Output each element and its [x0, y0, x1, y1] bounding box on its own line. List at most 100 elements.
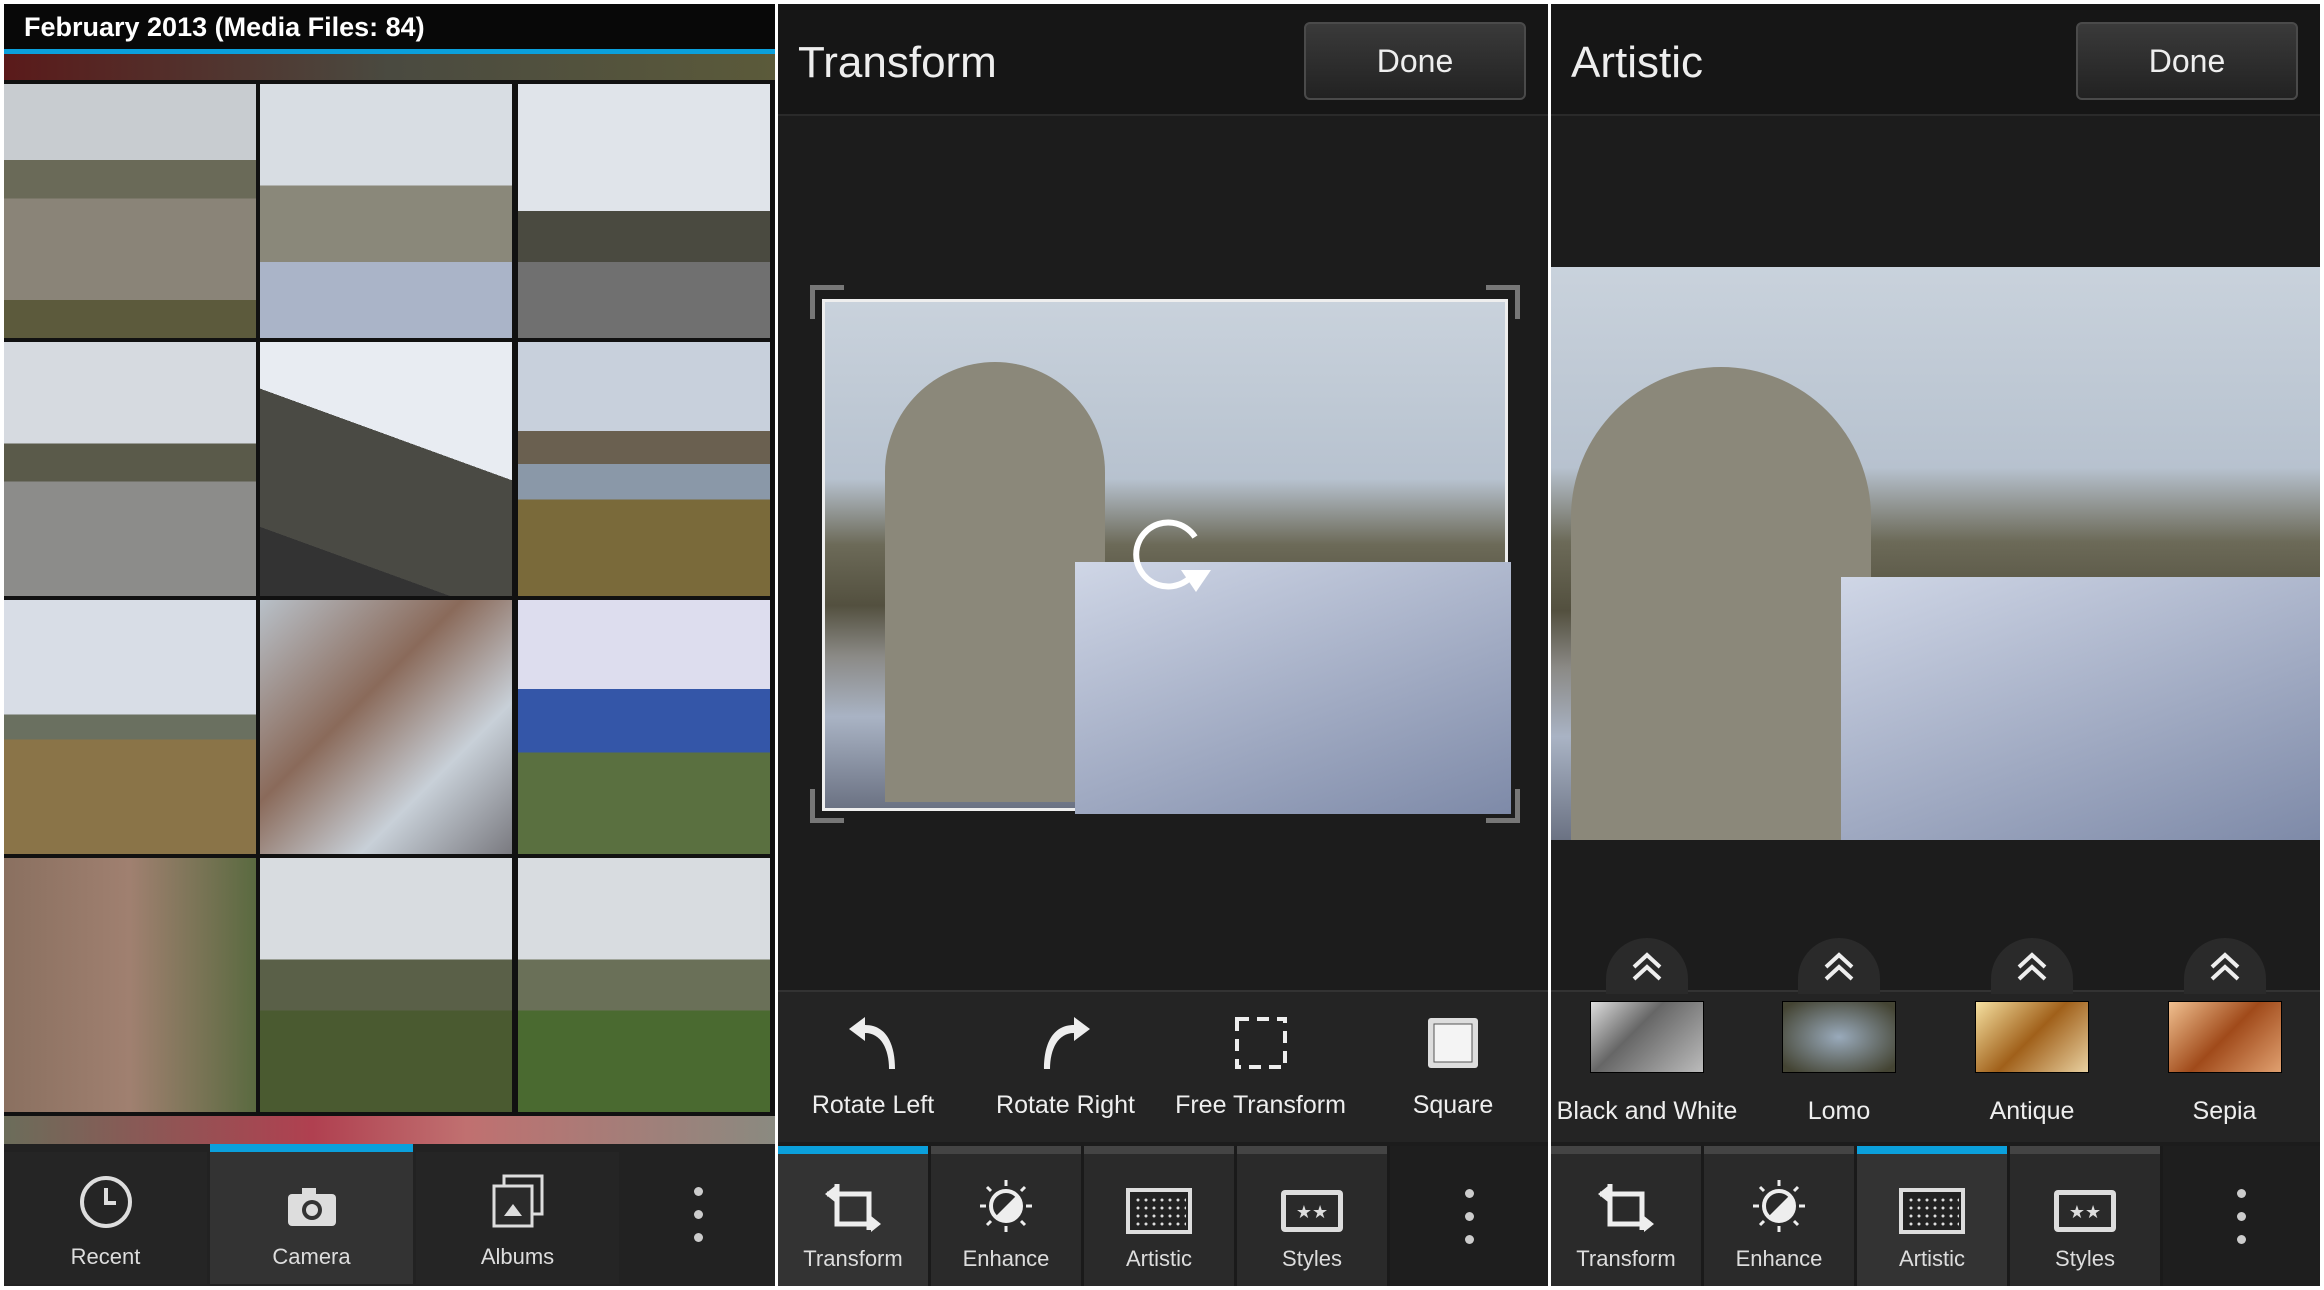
transform-panel: Transform Done Rotate Left Rotate Right … — [778, 4, 1548, 1286]
photo-thumbnail[interactable] — [260, 600, 512, 854]
fountain-shape — [885, 362, 1105, 802]
transform-icon — [825, 1184, 881, 1232]
done-button[interactable]: Done — [2076, 22, 2298, 100]
rotate-right-button[interactable]: Rotate Right — [968, 992, 1163, 1142]
gallery-panel: February 2013 (Media Files: 84) Recent C… — [4, 4, 775, 1286]
photo-thumbnail[interactable] — [4, 858, 256, 1112]
tab-enhance[interactable]: Enhance — [931, 1146, 1081, 1286]
photo-thumbnail[interactable] — [518, 600, 770, 854]
expand-up-icon[interactable] — [1606, 938, 1688, 994]
basin-shape — [1841, 577, 2320, 840]
tab-label: Artistic — [1899, 1246, 1965, 1271]
photo-thumbnail[interactable] — [260, 84, 512, 338]
filter-thumbnail — [2167, 1001, 2282, 1073]
svg-text:★★: ★★ — [1296, 1202, 1328, 1222]
photo-thumbnail[interactable] — [518, 84, 770, 338]
tab-enhance[interactable]: Enhance — [1704, 1146, 1854, 1286]
gallery-header: February 2013 (Media Files: 84) — [4, 4, 775, 54]
filter-lomo[interactable]: Lomo — [1743, 938, 1935, 1142]
tab-label: Styles — [2055, 1246, 2115, 1271]
filter-sepia[interactable]: Sepia — [2129, 938, 2320, 1142]
editor-tab-bar: Transform Enhance Artistic ★★ Styles — [1551, 1146, 2320, 1286]
rotate-left-button[interactable]: Rotate Left — [778, 992, 968, 1142]
artistic-panel: Artistic Done Black and White Lomo Antiq… — [1551, 4, 2320, 1286]
tab-label: Transform — [803, 1246, 903, 1271]
filter-label: Antique — [1989, 1097, 2075, 1125]
tab-label: Styles — [1282, 1246, 1342, 1271]
tab-label: Transform — [1576, 1246, 1676, 1271]
square-icon — [1428, 1018, 1478, 1068]
filter-label: Lomo — [1807, 1097, 1871, 1125]
tab-styles[interactable]: ★★ Styles — [2010, 1146, 2160, 1286]
tab-styles[interactable]: ★★ Styles — [1237, 1146, 1387, 1286]
tab-label: Artistic — [1126, 1246, 1192, 1271]
artistic-icon — [1126, 1188, 1192, 1234]
rotate-icon[interactable] — [1125, 512, 1225, 602]
expand-up-icon[interactable] — [1798, 938, 1880, 994]
tab-transform[interactable]: Transform — [1551, 1146, 1701, 1286]
photo-thumbnail[interactable] — [260, 858, 512, 1112]
page-title: Transform — [798, 38, 997, 87]
page-title: Artistic — [1571, 38, 1703, 87]
photo-thumbnail[interactable] — [260, 342, 512, 596]
expand-up-icon[interactable] — [1991, 938, 2073, 994]
filter-thumbnail — [1782, 1001, 1896, 1073]
photo-thumbnail[interactable] — [4, 342, 256, 596]
overflow-menu-button[interactable] — [1390, 1146, 1548, 1286]
partial-photo-row[interactable] — [4, 54, 775, 80]
albums-icon — [492, 1174, 543, 1228]
tab-albums[interactable]: Albums — [416, 1144, 619, 1284]
done-button[interactable]: Done — [1304, 22, 1526, 100]
square-button[interactable]: Square — [1358, 992, 1548, 1142]
transform-tools: Rotate Left Rotate Right Free Transform … — [778, 990, 1548, 1142]
tool-label: Square — [1412, 1091, 1494, 1119]
rotate-left-icon — [849, 1017, 895, 1069]
free-transform-icon — [1234, 1017, 1287, 1069]
transform-icon — [1598, 1184, 1654, 1232]
photo-thumbnail[interactable] — [518, 858, 770, 1112]
filter-black-and-white[interactable]: Black and White — [1551, 938, 1743, 1142]
photo-thumbnail[interactable] — [4, 84, 256, 338]
photo-thumbnail[interactable] — [518, 342, 770, 596]
tab-camera[interactable]: Camera — [210, 1144, 413, 1284]
tab-label: Enhance — [1735, 1246, 1823, 1271]
camera-icon — [287, 1188, 336, 1226]
artistic-header: Artistic Done — [1551, 4, 2320, 116]
tab-label: Albums — [480, 1244, 555, 1269]
crop-frame[interactable] — [810, 285, 1520, 823]
photo-preview — [1551, 267, 2320, 840]
free-transform-button[interactable]: Free Transform — [1163, 992, 1358, 1142]
gallery-title: February 2013 (Media Files: 84) — [24, 12, 425, 42]
filter-thumbnail — [1590, 1001, 1704, 1073]
tab-recent[interactable]: Recent — [4, 1144, 207, 1284]
svg-text:★★: ★★ — [2069, 1202, 2101, 1222]
clock-icon — [79, 1176, 132, 1228]
tab-artistic[interactable]: Artistic — [1857, 1146, 2007, 1286]
expand-up-icon[interactable] — [2183, 938, 2266, 994]
rotate-right-icon — [1043, 1017, 1090, 1069]
partial-photo-row[interactable] — [4, 1116, 775, 1144]
tool-label: Free Transform — [1175, 1091, 1346, 1119]
overflow-menu-button[interactable] — [2163, 1146, 2320, 1286]
styles-icon: ★★ — [1281, 1190, 1343, 1232]
tab-label: Camera — [272, 1244, 351, 1269]
photo-preview — [822, 299, 1511, 814]
styles-icon: ★★ — [2054, 1190, 2116, 1232]
fountain-shape — [1571, 367, 1871, 840]
tab-transform[interactable]: Transform — [778, 1146, 928, 1286]
artistic-icon — [1899, 1188, 1965, 1234]
filter-antique[interactable]: Antique — [1935, 938, 2129, 1142]
gallery-tab-bar: Recent Camera Albums — [4, 1144, 775, 1286]
enhance-icon — [980, 1180, 1032, 1232]
photo-thumbnail[interactable] — [4, 600, 256, 854]
overflow-menu-button[interactable] — [622, 1144, 775, 1284]
tab-artistic[interactable]: Artistic — [1084, 1146, 1234, 1286]
tab-label: Enhance — [962, 1246, 1050, 1271]
tool-label: Rotate Left — [811, 1091, 935, 1119]
filter-row: Black and White Lomo Antique Sepia — [1551, 938, 2320, 1142]
tab-label: Recent — [70, 1244, 141, 1269]
filter-label: Black and White — [1556, 1097, 1738, 1125]
tool-label: Rotate Right — [996, 1091, 1135, 1119]
editor-tab-bar: Transform Enhance Artistic ★★ Styles — [778, 1146, 1548, 1286]
filter-thumbnail — [1975, 1001, 2089, 1073]
